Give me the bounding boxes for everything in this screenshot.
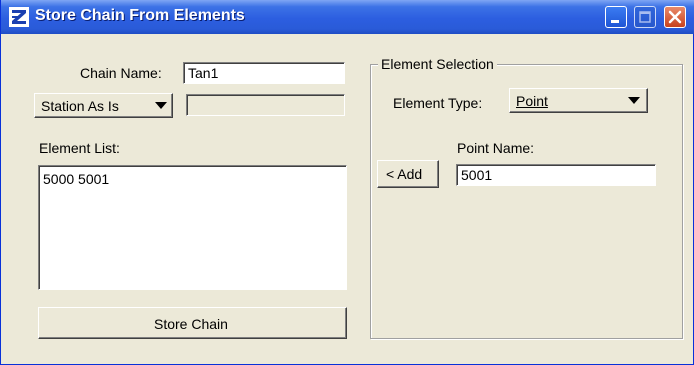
add-button-label: < Add [386,166,423,182]
element-list-label: Element List: [39,140,120,156]
point-name-field[interactable]: 5001 [456,164,656,186]
store-chain-button[interactable]: Store Chain [38,307,347,339]
element-type-dropdown[interactable]: Point [509,88,648,113]
element-selection-title: Element Selection [378,56,497,72]
window-title: Store Chain From Elements [35,7,245,24]
element-type-dropdown-label: Point [516,93,548,109]
list-item[interactable]: 5000 5001 [43,171,109,187]
chain-name-field[interactable]: Tan1 [183,62,345,84]
minimize-button[interactable] [605,6,627,28]
chain-name-label: Chain Name: [80,65,162,81]
close-button[interactable] [664,6,686,28]
add-button[interactable]: < Add [377,160,439,188]
close-icon [668,10,682,24]
minimize-icon [611,20,619,23]
point-name-label: Point Name: [457,140,535,156]
chevron-down-icon [155,102,167,109]
app-logo-icon [9,7,29,27]
dialog-window: Store Chain From Elements Chain Name: Ta… [0,0,694,365]
title-bar[interactable]: Store Chain From Elements [1,0,694,34]
store-chain-button-label: Store Chain [154,316,228,332]
station-dropdown-label: Station As Is [41,98,119,114]
chevron-down-icon [628,97,640,104]
maximize-button[interactable] [634,6,656,28]
element-type-label: Element Type: [393,95,483,111]
station-dropdown[interactable]: Station As Is [34,93,173,118]
element-list-box[interactable]: 5000 5001 [38,165,347,290]
station-field [186,94,345,116]
maximize-icon [639,11,651,23]
